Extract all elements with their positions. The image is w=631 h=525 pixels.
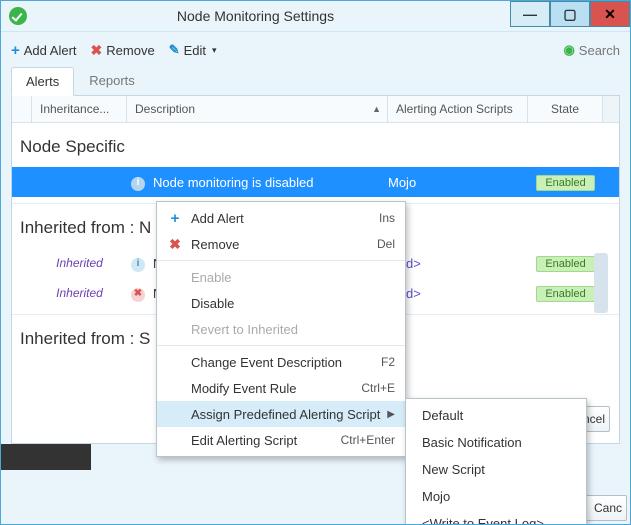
assign-script-submenu: Default Basic Notification New Script Mo… bbox=[405, 398, 587, 525]
settings-window: Node Monitoring Settings — ▢ ✕ + Add Ale… bbox=[0, 0, 631, 525]
inherited-tag: Inherited bbox=[32, 256, 127, 270]
scrollbar-thumb[interactable] bbox=[594, 253, 608, 313]
chevron-down-icon: ▾ bbox=[212, 45, 217, 56]
error-icon: ✖ bbox=[131, 288, 145, 302]
remove-button[interactable]: ✖ Remove bbox=[91, 42, 155, 59]
ctx-assign-script[interactable]: Assign Predefined Alerting Script ▶ bbox=[157, 401, 405, 427]
grid-header: Inheritance... Description ▲ Alerting Ac… bbox=[12, 96, 619, 123]
search-icon: ◉ bbox=[563, 42, 574, 58]
ctx-revert: Revert to Inherited bbox=[157, 316, 405, 342]
row-action: Mojo bbox=[388, 175, 528, 190]
col-inheritance[interactable]: Inheritance... bbox=[32, 96, 127, 122]
tab-strip: Alerts Reports bbox=[1, 66, 630, 95]
section-node-specific: Node Specific bbox=[12, 123, 619, 167]
sub-new-script[interactable]: New Script bbox=[406, 456, 586, 483]
col-description[interactable]: Description ▲ bbox=[127, 96, 388, 122]
add-alert-button[interactable]: + Add Alert bbox=[11, 42, 77, 59]
cross-icon: ✖ bbox=[165, 236, 185, 253]
state-badge: Enabled bbox=[536, 175, 594, 191]
ctx-remove[interactable]: ✖ Remove Del bbox=[157, 231, 405, 257]
state-badge: Enabled bbox=[536, 286, 594, 302]
col-scroll bbox=[603, 96, 619, 122]
state-badge: Enabled bbox=[536, 256, 594, 272]
sub-default[interactable]: Default bbox=[406, 402, 586, 429]
edit-label: Edit bbox=[184, 43, 206, 58]
inherited-tag: Inherited bbox=[32, 286, 127, 300]
row-action-cut: rited> bbox=[388, 256, 528, 271]
edit-button[interactable]: ✎ Edit ▾ bbox=[169, 42, 217, 58]
plus-icon: + bbox=[165, 210, 185, 227]
background-strip bbox=[1, 444, 91, 470]
row-desc: Node monitoring is disabled bbox=[149, 175, 388, 190]
info-icon: i bbox=[131, 177, 145, 191]
chevron-right-icon: ▶ bbox=[387, 409, 395, 420]
window-controls: — ▢ ✕ bbox=[510, 1, 630, 27]
tab-alerts[interactable]: Alerts bbox=[11, 67, 74, 96]
row-action-cut: rited> bbox=[388, 286, 528, 301]
tab-reports[interactable]: Reports bbox=[74, 66, 150, 95]
ctx-enable: Enable bbox=[157, 264, 405, 290]
window-title: Node Monitoring Settings bbox=[1, 8, 510, 24]
maximize-button[interactable]: ▢ bbox=[550, 1, 590, 27]
context-menu: + Add Alert Ins ✖ Remove Del Enable Disa… bbox=[156, 201, 406, 457]
info-icon: i bbox=[131, 258, 145, 272]
search-box[interactable]: ◉ Search bbox=[563, 42, 620, 58]
toolbar: + Add Alert ✖ Remove ✎ Edit ▾ ◉ Search bbox=[1, 32, 630, 66]
remove-label: Remove bbox=[106, 43, 154, 58]
close-button[interactable]: ✕ bbox=[590, 1, 630, 27]
col-indicator[interactable] bbox=[12, 96, 32, 122]
ctx-edit-script[interactable]: Edit Alerting Script Ctrl+Enter bbox=[157, 427, 405, 453]
add-alert-label: Add Alert bbox=[24, 43, 77, 58]
titlebar: Node Monitoring Settings — ▢ ✕ bbox=[1, 1, 630, 32]
sub-write-log[interactable]: <Write to Event Log> bbox=[406, 510, 586, 525]
ctx-disable[interactable]: Disable bbox=[157, 290, 405, 316]
row-selected[interactable]: i Node monitoring is disabled Mojo Enabl… bbox=[12, 167, 619, 197]
search-placeholder: Search bbox=[579, 43, 620, 58]
sub-basic-notification[interactable]: Basic Notification bbox=[406, 429, 586, 456]
minimize-button[interactable]: — bbox=[510, 1, 550, 27]
ctx-add-alert[interactable]: + Add Alert Ins bbox=[157, 205, 405, 231]
cross-icon: ✖ bbox=[91, 42, 103, 59]
sort-asc-icon: ▲ bbox=[372, 104, 381, 114]
ctx-modify-rule[interactable]: Modify Event Rule Ctrl+E bbox=[157, 375, 405, 401]
plus-icon: + bbox=[11, 42, 20, 59]
pencil-icon: ✎ bbox=[169, 42, 180, 58]
col-alerting-action[interactable]: Alerting Action Scripts bbox=[388, 96, 528, 122]
ctx-change-description[interactable]: Change Event Description F2 bbox=[157, 349, 405, 375]
col-state[interactable]: State bbox=[528, 96, 603, 122]
sub-mojo[interactable]: Mojo bbox=[406, 483, 586, 510]
